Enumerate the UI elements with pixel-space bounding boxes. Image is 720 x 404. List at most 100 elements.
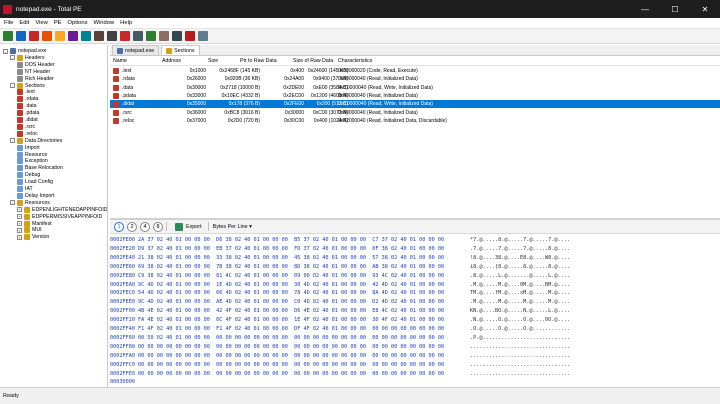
expand-icon[interactable]: + (17, 214, 22, 220)
expand-icon[interactable]: + (17, 227, 22, 233)
hex-bytes: 9C 4D 02 40 01 00 00 00 1E 4D 02 40 01 0… (138, 281, 445, 288)
hex-toolbar: 1 2 4 8 Export Bytes Per Line ▾ (110, 220, 720, 234)
open-icon[interactable] (3, 31, 13, 41)
table-row[interactable]: .reloc 0x37000 0x2D0 (720 B) 0x30C00 0x400 (… (110, 117, 720, 125)
hex-offset: 0002FE00 (110, 237, 135, 243)
menu-window[interactable]: Window (94, 20, 115, 26)
title-bar: notepad.exe - Total PE — ☐ ✕ (0, 0, 720, 18)
section-icon (113, 76, 119, 83)
hex-ascii: .8.@.....L.@.......@.....L.@.... (470, 272, 570, 279)
chip-icon[interactable] (68, 31, 78, 41)
hex-bytes: 21 38 02 40 01 00 00 00 33 38 02 40 01 0… (138, 254, 445, 261)
collapse-icon[interactable]: - (10, 200, 15, 206)
menu-help[interactable]: Help (120, 20, 132, 26)
hex-ascii: ................................ (470, 352, 570, 359)
hex-offset: 0002FEE0 (110, 299, 135, 306)
table-row[interactable]: .pdata 0x33000 0x10EC (4332 B) 0x2EC00 0x120… (110, 92, 720, 100)
hex-ascii: TM.@....fM.@....xM.@.....M.@.... (470, 290, 570, 297)
column-header[interactable]: Name (113, 58, 127, 64)
table-row[interactable]: .data 0x30000 0x2718 (10000 B) 0x2DE00 0xE00… (110, 84, 720, 92)
bytes-per-line-dropdown[interactable]: Bytes Per Line ▾ (213, 224, 252, 230)
minimize-button[interactable]: — (630, 0, 660, 18)
flag-icon[interactable] (120, 31, 130, 41)
shield-icon[interactable] (185, 31, 195, 41)
table-cell: 0x30000 (284, 109, 304, 116)
byte-mode-8-button[interactable]: 8 (153, 221, 163, 232)
table-row[interactable]: .rdata 0x26000 0x920B (36 KB) 0x24A00 0x9400… (110, 75, 720, 83)
number-icon[interactable] (159, 31, 169, 41)
column-header[interactable]: Size of Raw Data (293, 58, 333, 64)
maximize-button[interactable]: ☐ (660, 0, 690, 18)
table-cell: .rsrc (122, 109, 132, 116)
hex-offset: 0002FFC0 (110, 361, 135, 368)
byte-mode-4-button[interactable]: 4 (140, 221, 150, 232)
hex-offset: 0002FF20 (110, 317, 135, 324)
folder-icon[interactable] (55, 31, 65, 41)
pe-icon[interactable] (29, 31, 39, 41)
hex-bytes: 69 38 02 40 01 00 00 00 7B 38 02 40 01 0… (138, 263, 445, 270)
menu-options[interactable]: Options (68, 20, 88, 26)
hex-offset: 0002FE80 (110, 272, 135, 279)
lock-icon[interactable] (172, 31, 182, 41)
table-cell: 0x42000040 (Read, Initialized Data, Disc… (338, 117, 447, 124)
menu-view[interactable]: View (35, 20, 47, 26)
menu-file[interactable]: File (4, 20, 13, 26)
tree-item-label: Version (32, 234, 50, 241)
table-cell: 0x2D0 (720 B) (227, 117, 260, 124)
hex-ascii: ................................ (470, 343, 570, 350)
pe-tree-view[interactable]: - notepad.exe - Headers DOS Header NT Header R… (0, 45, 108, 387)
save-icon[interactable] (16, 31, 26, 41)
tree-item[interactable]: + Version (17, 233, 49, 241)
hex-ascii: .M.@.....M.@....0M.@....BM.@.... (470, 281, 570, 288)
shield-outline-icon[interactable] (198, 31, 208, 41)
table-cell: 0xC0000040 (Read, Write, Initialized Dat… (338, 101, 433, 108)
table-cell: .text (122, 68, 132, 74)
table-row[interactable]: .text 0x1000 0x2468F (145 KB) 0x400 0x24600 … (110, 67, 720, 75)
hex-bytes: F1 4F 02 40 01 00 00 00 F1 4F 02 40 01 0… (138, 326, 445, 332)
menu-edit[interactable]: Edit (19, 20, 29, 26)
page-icon[interactable] (146, 31, 156, 41)
hex-bytes: 00 00 00 00 00 00 00 00 00 00 00 00 00 0… (138, 352, 445, 359)
table-row[interactable]: .rsrc 0x36000 0xBC8 (3016 B) 0x30000 0xC00 (… (110, 109, 720, 117)
table-row[interactable]: .didat 0x35000 0x178 (376 B) 0x2FE00 0x200 (… (110, 100, 720, 109)
tab-notepad-exe[interactable]: notepad.exe (112, 45, 160, 55)
column-header[interactable]: Address (162, 58, 181, 64)
expand-icon[interactable]: + (17, 221, 22, 226)
expand-icon[interactable]: + (17, 234, 22, 240)
hex-offset: 0002FEA0 (110, 281, 135, 288)
hex-view[interactable]: 0002FE00 2A 37 02 40 01 00 00 00 D6 38 02… (110, 235, 720, 387)
expand-icon[interactable]: + (17, 207, 22, 213)
byte-mode-1-button[interactable]: 1 (114, 221, 124, 232)
table-cell: 0x178 (376 B) (228, 101, 260, 108)
hex-ascii: .P.@............................ (470, 334, 570, 341)
hex-offset: 0002FF80 (110, 343, 135, 350)
column-header[interactable]: Characteristics (338, 58, 372, 64)
column-header[interactable]: Size (208, 58, 218, 64)
byte-mode-2-button[interactable]: 2 (127, 221, 137, 232)
tools-icon[interactable] (94, 31, 104, 41)
menu-pe[interactable]: PE (54, 20, 62, 26)
collapse-icon[interactable]: - (3, 48, 8, 54)
hex-bytes: C9 38 02 40 01 00 00 00 81 4C 02 40 01 0… (138, 272, 445, 279)
network-icon[interactable] (81, 31, 91, 41)
export-icon[interactable] (175, 222, 183, 231)
table-cell: .rdata (122, 76, 135, 83)
grid-icon[interactable] (107, 31, 117, 41)
table-cell: 0x30000 (186, 84, 206, 91)
hex-ascii: .O.@.....O.@.....O.@............ (470, 326, 570, 332)
collapse-icon[interactable]: - (10, 83, 15, 88)
collapse-icon[interactable]: - (10, 55, 15, 61)
doc-icon[interactable] (133, 31, 143, 41)
table-cell: 0x33000 (186, 92, 206, 99)
tab-label: Sections (174, 47, 195, 54)
table-cell: 0x37000 (186, 117, 206, 124)
tab-sections[interactable]: Sections (161, 45, 200, 55)
collapse-icon[interactable]: - (10, 138, 15, 144)
column-header[interactable]: Ptr to Raw Data (240, 58, 277, 64)
hex-bytes: 54 4D 02 40 01 00 00 00 66 4D 02 40 01 0… (138, 290, 445, 297)
table-cell: 0x30C00 (283, 117, 304, 124)
disk-icon[interactable] (42, 31, 52, 41)
export-button[interactable]: Export (186, 224, 202, 230)
hex-bytes: 00 00 00 00 00 00 00 00 00 00 00 00 00 0… (138, 343, 445, 350)
close-button[interactable]: ✕ (690, 0, 720, 18)
